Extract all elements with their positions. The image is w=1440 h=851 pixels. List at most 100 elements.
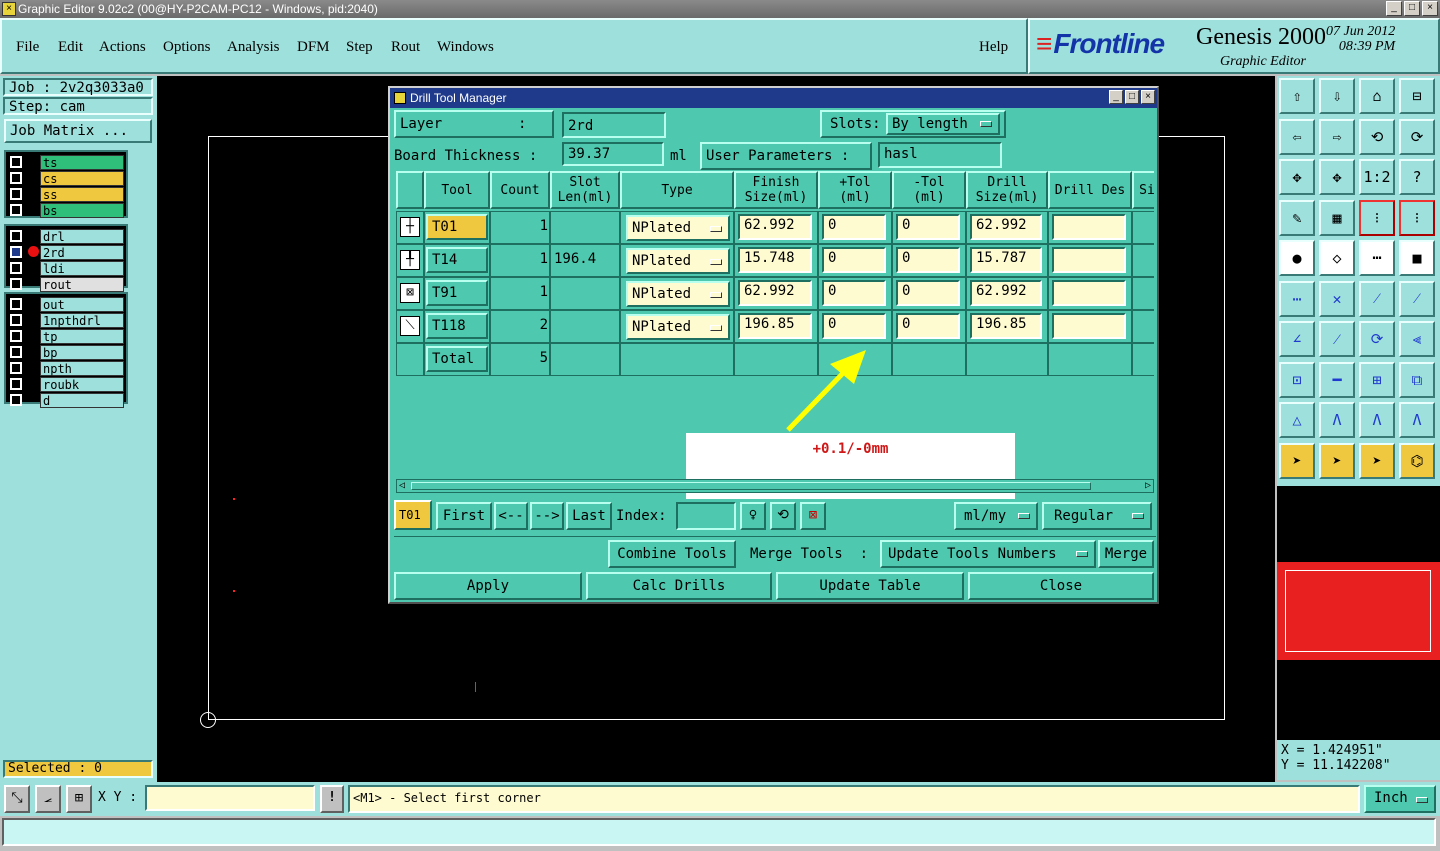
- slash-icon[interactable]: ⁄: [1319, 321, 1355, 357]
- layer-row-roubk[interactable]: roubk: [8, 376, 124, 392]
- layer-checkbox[interactable]: [10, 172, 22, 184]
- drill-size-input[interactable]: 15.787: [970, 247, 1042, 273]
- panels-icon[interactable]: ⊟: [1399, 78, 1435, 114]
- units-select[interactable]: Inch: [1364, 785, 1436, 813]
- center-icon[interactable]: ✥: [1319, 159, 1355, 195]
- save-icon[interactable]: ⇩: [1319, 78, 1355, 114]
- menu-file[interactable]: File: [16, 39, 39, 56]
- index-field[interactable]: [676, 502, 736, 530]
- open-icon[interactable]: ⇧: [1279, 78, 1315, 114]
- a-shape-2-icon[interactable]: Λ: [1359, 402, 1395, 438]
- arrow-select-icon[interactable]: ➤: [1279, 442, 1315, 479]
- drill-des-input[interactable]: [1052, 280, 1126, 306]
- layer-row-ss[interactable]: ss: [8, 186, 124, 202]
- bulb-icon[interactable]: ♀: [740, 502, 766, 530]
- angle-icon[interactable]: ∠: [1279, 321, 1315, 357]
- layer-row-bp[interactable]: bp: [8, 344, 124, 360]
- minus-tol-input[interactable]: 0: [896, 313, 960, 339]
- undo-icon[interactable]: ⟲: [1359, 118, 1395, 155]
- layer-checkbox[interactable]: [10, 298, 22, 310]
- drill-des-input[interactable]: [1052, 313, 1126, 339]
- menu-actions[interactable]: Actions: [99, 39, 146, 56]
- user-parameters-field[interactable]: hasl: [878, 142, 1002, 168]
- dialog-minimize-button[interactable]: _: [1109, 90, 1123, 104]
- fit-icon[interactable]: ✥: [1279, 159, 1315, 195]
- layer-name[interactable]: bp: [40, 344, 124, 360]
- zoom-icon[interactable]: ⤡: [4, 785, 30, 813]
- minus-icon[interactable]: ━: [1319, 361, 1355, 398]
- layer-row-drl[interactable]: drl: [8, 228, 124, 244]
- export-icon[interactable]: ⇨: [1319, 118, 1355, 155]
- layer-name[interactable]: out: [40, 296, 124, 312]
- xy-input[interactable]: [145, 785, 315, 811]
- last-button[interactable]: Last: [566, 502, 612, 530]
- plus-tol-input[interactable]: 0: [822, 280, 886, 306]
- tool-button[interactable]: T01: [426, 214, 488, 240]
- tool-button[interactable]: T91: [426, 280, 488, 306]
- menu-options[interactable]: Options: [163, 39, 211, 56]
- layer-name[interactable]: ts: [40, 154, 124, 170]
- select-shape-icon[interactable]: ◇: [1319, 240, 1355, 276]
- next-button[interactable]: -->: [530, 502, 564, 530]
- grid-icon[interactable]: ⊞: [66, 785, 92, 813]
- layer-checkbox[interactable]: [10, 230, 22, 242]
- minus-tol-input[interactable]: 0: [896, 247, 960, 273]
- home-icon[interactable]: ⌂: [1359, 78, 1395, 114]
- scroll-left-icon[interactable]: ◁: [399, 480, 405, 491]
- layer-name[interactable]: roubk: [40, 376, 124, 392]
- maximize-button[interactable]: □: [1404, 1, 1420, 16]
- drill-des-input[interactable]: [1052, 214, 1126, 240]
- type-select[interactable]: NPlated: [626, 281, 730, 307]
- tool-button[interactable]: T14: [426, 247, 488, 273]
- layer-checkbox[interactable]: [10, 262, 22, 274]
- layer-name[interactable]: ldi: [40, 260, 124, 276]
- layer-row-1npthdrl[interactable]: 1npthdrl: [8, 312, 124, 328]
- layer-name[interactable]: 2rd: [40, 244, 124, 260]
- layer-config-icon[interactable]: ⁝: [1399, 199, 1435, 236]
- layer-name[interactable]: rout: [40, 276, 124, 292]
- layer-name[interactable]: npth: [40, 360, 124, 376]
- layer-row-bs[interactable]: bs: [8, 202, 124, 218]
- drill-size-input[interactable]: 196.85: [970, 313, 1042, 339]
- pen-icon[interactable]: ✎: [1279, 199, 1315, 236]
- minimize-button[interactable]: _: [1386, 1, 1402, 16]
- units-select-dialog[interactable]: ml/my: [954, 502, 1038, 530]
- finish-size-input[interactable]: 196.85: [738, 313, 812, 339]
- menu-help[interactable]: Help: [979, 39, 1008, 56]
- layer-name[interactable]: 1npthdrl: [40, 312, 124, 328]
- split-icon[interactable]: ⫷: [1399, 321, 1435, 357]
- triangle-icon[interactable]: △: [1279, 402, 1315, 438]
- cross-icon[interactable]: ✕: [1319, 280, 1355, 317]
- layer-row-ts[interactable]: ts: [8, 154, 124, 170]
- board-thickness-field[interactable]: 39.37: [562, 142, 664, 166]
- menu-windows[interactable]: Windows: [437, 39, 494, 56]
- network-icon[interactable]: ⋯: [1279, 280, 1315, 317]
- menu-step[interactable]: Step: [346, 39, 373, 56]
- type-select[interactable]: NPlated: [626, 248, 730, 274]
- finish-size-input[interactable]: 62.992: [738, 214, 812, 240]
- menu-rout[interactable]: Rout: [391, 39, 420, 56]
- calc-drills-button[interactable]: Calc Drills: [586, 572, 772, 600]
- menu-edit[interactable]: Edit: [58, 39, 83, 56]
- dialog-maximize-button[interactable]: □: [1125, 90, 1139, 104]
- plus-tol-input[interactable]: 0: [822, 313, 886, 339]
- minus-tol-input[interactable]: 0: [896, 214, 960, 240]
- arrow-box-icon[interactable]: ➤: [1319, 442, 1355, 479]
- layer-checkbox[interactable]: [10, 362, 22, 374]
- layer-row-d[interactable]: d: [8, 392, 124, 408]
- snap-icon[interactable]: ⦟: [35, 785, 61, 813]
- pad-icon[interactable]: ■: [1399, 240, 1435, 276]
- plus-tol-input[interactable]: 0: [822, 214, 886, 240]
- layer-checkbox[interactable]: [10, 378, 22, 390]
- merge-button[interactable]: Merge: [1098, 540, 1154, 568]
- scroll-thumb[interactable]: [411, 482, 1091, 490]
- layer-checkbox[interactable]: [10, 188, 22, 200]
- layer-row-tp[interactable]: tp: [8, 328, 124, 344]
- grid-view-icon[interactable]: ▦: [1319, 199, 1355, 236]
- scale-icon[interactable]: 1:2: [1359, 159, 1395, 195]
- import-icon[interactable]: ⇦: [1279, 118, 1315, 155]
- layer-name[interactable]: ss: [40, 186, 124, 202]
- type-select[interactable]: NPlated: [626, 215, 730, 241]
- close-window-button[interactable]: ×: [1422, 1, 1438, 16]
- slots-select[interactable]: By length: [886, 113, 1000, 135]
